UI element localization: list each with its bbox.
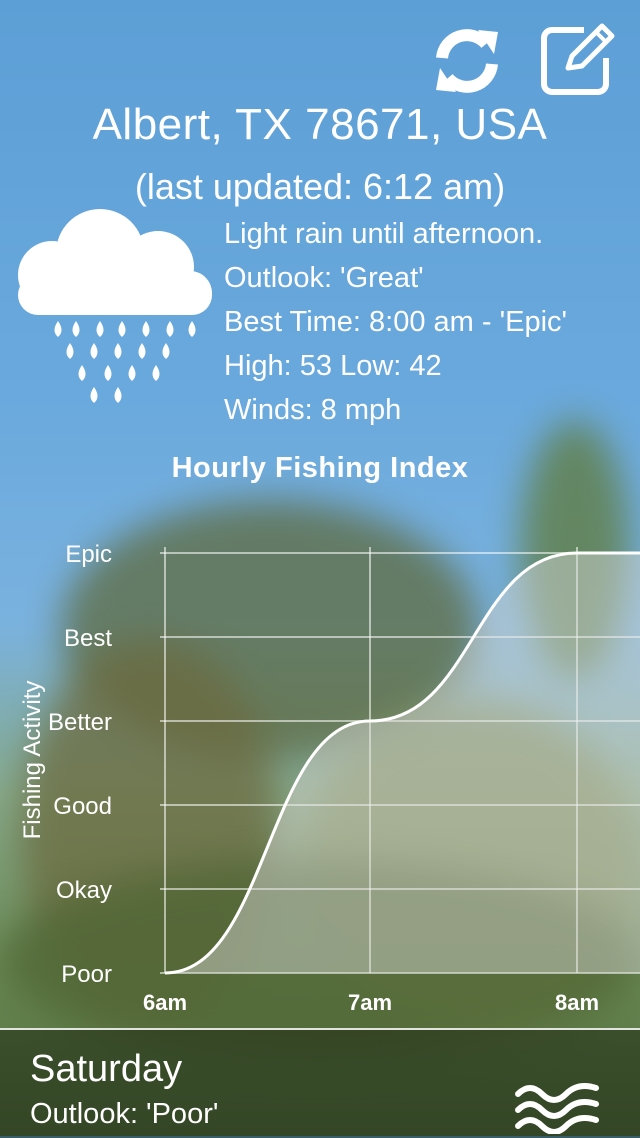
fishing-index-chart: Poor Okay Good Better Best Epic 6am 7am 8am Fis… (19, 541, 640, 1015)
y-axis-label: Fishing Activity (19, 681, 46, 840)
winds-text: Winds: 8 mph (224, 394, 402, 426)
day-name: Saturday (30, 1048, 183, 1090)
rain-drop (162, 343, 170, 359)
rain-drop (114, 343, 122, 359)
rain-drop (66, 343, 74, 359)
day-outlook: Outlook: 'Poor' (30, 1098, 219, 1130)
rain-drop (118, 321, 126, 337)
rain-drop (128, 365, 136, 381)
high-low-text: High: 53 Low: 42 (224, 350, 442, 382)
rain-drop (90, 343, 98, 359)
chart-title: Hourly Fishing Index (171, 452, 469, 484)
rain-drop (96, 321, 104, 337)
rain-drop (152, 365, 160, 381)
area-fill (165, 553, 640, 973)
rain-drop (114, 387, 122, 403)
rain-drop (188, 321, 196, 337)
rain-drop (54, 321, 62, 337)
rain-drop (104, 365, 112, 381)
y-tick-label: Best (64, 625, 112, 652)
rain-drop (166, 321, 174, 337)
refresh-button[interactable] (428, 22, 506, 100)
x-tick-label: 6am (143, 990, 187, 1015)
rain-cloud-icon (18, 209, 212, 403)
edit-button[interactable] (538, 22, 616, 100)
refresh-icon (436, 29, 498, 93)
y-tick-label: Poor (61, 961, 112, 988)
x-tick-label: 8am (555, 990, 599, 1015)
rain-drop (90, 387, 98, 403)
waves-icon (515, 1083, 599, 1134)
best-time-text: Best Time: 8:00 am - 'Epic' (224, 306, 568, 338)
rain-drop (78, 365, 86, 381)
y-tick-label: Better (48, 709, 112, 736)
location-title: Albert, TX 78671, USA (92, 100, 548, 149)
y-tick-label: Good (53, 793, 112, 820)
last-updated: (last updated: 6:12 am) (134, 166, 506, 207)
forecast-summary: Light rain until afternoon. (224, 218, 544, 250)
rain-drop (142, 321, 150, 337)
y-tick-label: Okay (56, 877, 112, 904)
edit-icon (541, 23, 615, 95)
conditions-details: Light rain until afternoon. Outlook: 'Gr… (224, 212, 567, 432)
rain-drop (72, 321, 80, 337)
y-tick-label: Epic (65, 541, 112, 568)
x-tick-label: 7am (348, 990, 392, 1015)
rain-drop (138, 343, 146, 359)
outlook-text: Outlook: 'Great' (224, 262, 424, 294)
